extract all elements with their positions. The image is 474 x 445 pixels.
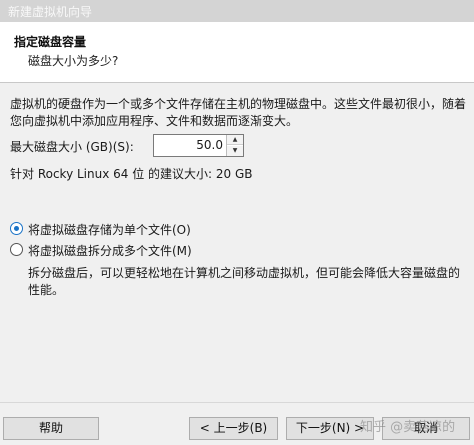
- recommended-size-text: 针对 Rocky Linux 64 位 的建议大小: 20 GB: [10, 167, 253, 181]
- split-description: 拆分磁盘后，可以更轻松地在计算机之间移动虚拟机，但可能会降低大容量磁盘的性能。: [28, 266, 461, 297]
- page-title: 指定磁盘容量: [14, 35, 87, 49]
- watermark-text: 知乎 @卖菇凉的: [360, 420, 456, 435]
- wizard-content: 虚拟机的硬盘作为一个或多个文件存储在主机的物理磁盘中。这些文件最初很小，随着您向…: [0, 84, 474, 402]
- help-button[interactable]: 帮助: [3, 417, 99, 440]
- back-button[interactable]: < 上一步(B): [189, 417, 278, 440]
- window-title: 新建虚拟机向导: [8, 5, 93, 19]
- disk-description: 虚拟机的硬盘作为一个或多个文件存储在主机的物理磁盘中。这些文件最初很小，随着您向…: [10, 97, 467, 128]
- radio-single-file[interactable]: 将虚拟磁盘存储为单个文件(O): [10, 220, 210, 238]
- radio-split-files-label[interactable]: 将虚拟磁盘拆分成多个文件(M): [28, 242, 192, 259]
- radio-unchecked-icon[interactable]: [10, 243, 23, 256]
- radio-split-files[interactable]: 将虚拟磁盘拆分成多个文件(M): [10, 241, 210, 259]
- max-size-value[interactable]: 50.0: [196, 138, 223, 152]
- max-size-spinbox[interactable]: 50.0 ▲ ▼: [153, 134, 244, 157]
- spin-down-icon[interactable]: ▼: [227, 146, 243, 156]
- radio-single-file-label[interactable]: 将虚拟磁盘存储为单个文件(O): [28, 221, 191, 238]
- spin-buttons: ▲ ▼: [226, 135, 243, 156]
- spin-up-icon[interactable]: ▲: [227, 135, 243, 145]
- wizard-header: 指定磁盘容量 磁盘大小为多少?: [0, 22, 474, 83]
- max-size-label: 最大磁盘大小 (GB)(S):: [10, 140, 134, 154]
- radio-checked-icon[interactable]: [10, 222, 23, 235]
- max-size-row: 最大磁盘大小 (GB)(S): 50.0 ▲ ▼: [10, 133, 260, 159]
- page-subtitle: 磁盘大小为多少?: [28, 54, 119, 68]
- title-bar: 新建虚拟机向导: [0, 0, 474, 22]
